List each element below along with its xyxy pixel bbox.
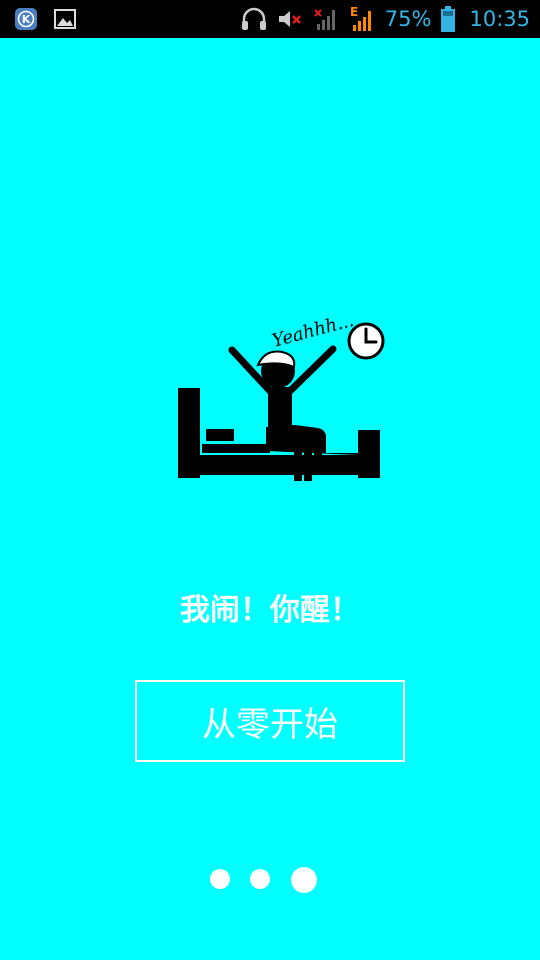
page-dot-2[interactable]: [250, 869, 270, 889]
signal-no-service-icon: [314, 9, 335, 30]
page-dot-3-active[interactable]: [291, 867, 317, 893]
mute-icon: [278, 11, 301, 27]
yeahhh-caption: Yeahhh...: [270, 310, 356, 352]
status-bar: K E 75% 10:35: [0, 0, 540, 38]
battery-percent: 75%: [384, 7, 432, 31]
bed-frame: [178, 455, 380, 475]
page-dot-1[interactable]: [210, 869, 230, 889]
torso: [268, 387, 292, 435]
headphones-icon: [241, 7, 266, 30]
signal-edge-icon: E: [350, 5, 371, 31]
kuaiya-app-icon: K: [15, 8, 37, 30]
edge-label: E: [350, 5, 358, 19]
page-indicator: [0, 866, 540, 896]
start-button[interactable]: 从零开始: [135, 680, 405, 762]
clock: 10:35: [469, 7, 530, 31]
wake-up-illustration: Yeahhh...: [178, 310, 385, 481]
pillow: [206, 429, 234, 441]
tagline: 我闹！你醒！: [180, 593, 360, 628]
svg-text:K: K: [22, 13, 31, 26]
image-notification-icon: [54, 9, 76, 29]
clock-icon: [347, 322, 385, 360]
bed-footboard: [358, 430, 380, 478]
battery-icon: [441, 6, 456, 32]
